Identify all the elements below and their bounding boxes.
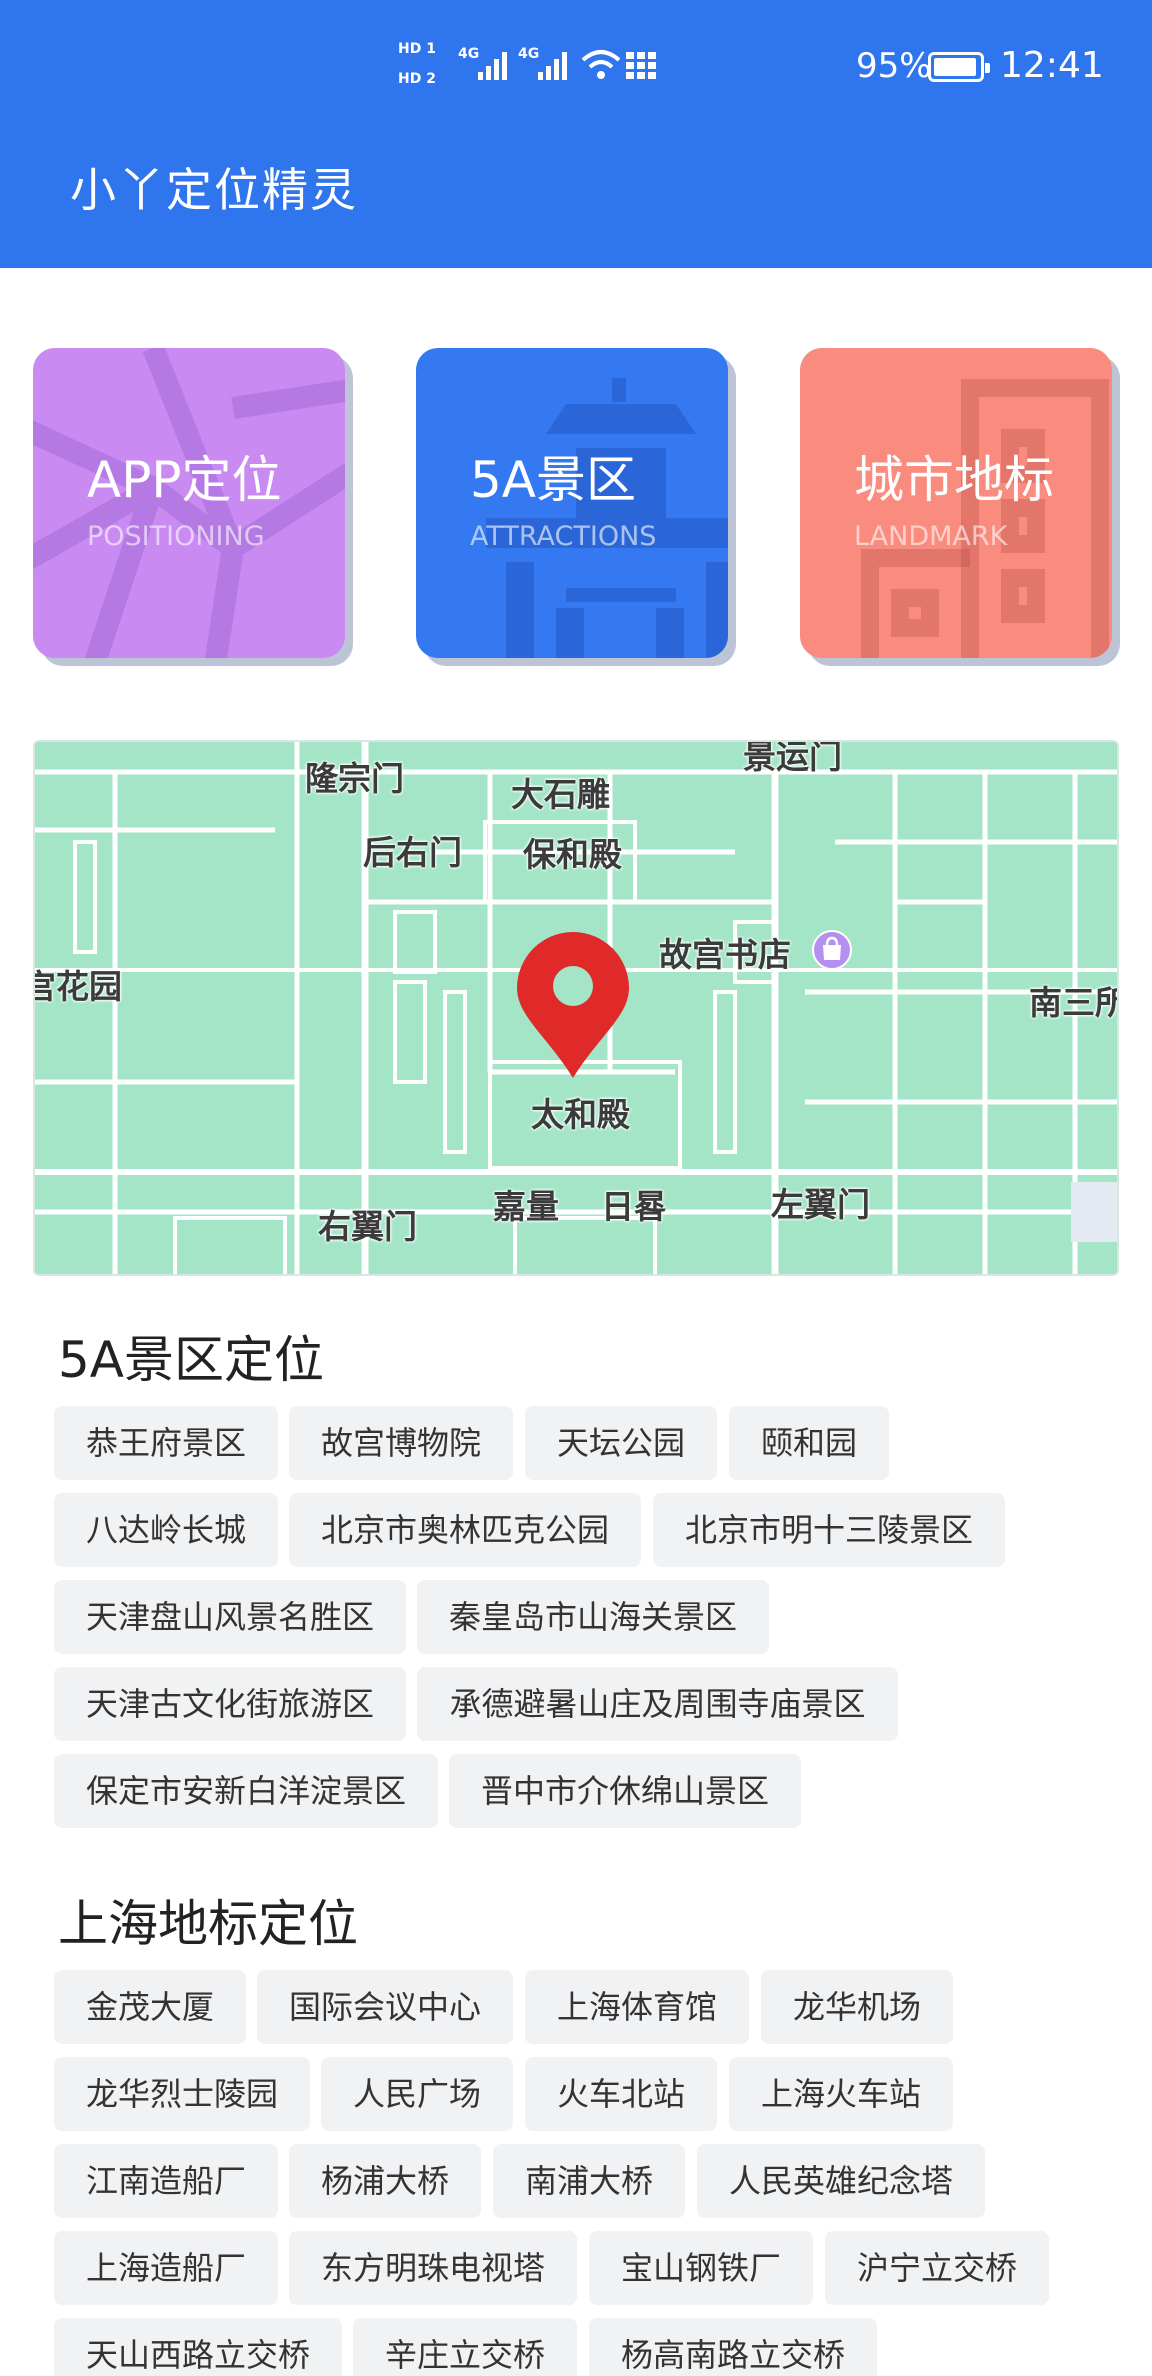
- status-clock: 12:41: [1000, 45, 1104, 86]
- map-label: 宫花园: [35, 967, 122, 1006]
- signal-icon: 4G: [518, 46, 574, 82]
- hd1-label: HD 1: [398, 41, 436, 57]
- category-title: 城市地标: [854, 451, 1054, 509]
- map-label: 大石雕: [511, 775, 610, 814]
- hd-indicators: HD 1 HD 2: [398, 38, 448, 94]
- battery-icon: [928, 52, 990, 82]
- location-pin-icon[interactable]: [517, 932, 629, 1082]
- chip-shanghai[interactable]: 沪宁立交桥: [825, 2231, 1049, 2305]
- chip-5a[interactable]: 晋中市介休绵山景区: [449, 1754, 801, 1828]
- map-label: 太和殿: [531, 1095, 630, 1134]
- app-title: 小丫定位精灵: [70, 163, 358, 217]
- chip-5a[interactable]: 天津盘山风景名胜区: [54, 1580, 406, 1654]
- chip-shanghai[interactable]: 杨浦大桥: [289, 2144, 481, 2218]
- battery-percent: 95%: [856, 46, 932, 86]
- category-title: APP定位: [87, 451, 282, 509]
- chip-shanghai[interactable]: 金茂大厦: [54, 1970, 246, 2044]
- category-subtitle: POSITIONING: [87, 521, 265, 552]
- category-card-attractions[interactable]: 5A景区 ATTRACTIONS: [416, 348, 728, 658]
- map-label: 故宫书店: [659, 935, 791, 974]
- battery-fill: [934, 58, 976, 76]
- category-subtitle: LANDMARK: [854, 521, 1008, 552]
- chip-shanghai[interactable]: 东方明珠电视塔: [289, 2231, 577, 2305]
- chip-shanghai[interactable]: 人民英雄纪念塔: [697, 2144, 985, 2218]
- chip-5a[interactable]: 天津古文化街旅游区: [54, 1667, 406, 1741]
- section-title-5a: 5A景区定位: [58, 1331, 325, 1389]
- map-view[interactable]: 隆宗门 大石雕 景运门 后右门 保和殿 故宫书店 宫花园 南三所 太和殿 右翼门…: [33, 740, 1119, 1276]
- chip-shanghai[interactable]: 龙华烈士陵园: [54, 2057, 310, 2131]
- chip-5a[interactable]: 八达岭长城: [54, 1493, 278, 1567]
- chip-5a[interactable]: 承德避暑山庄及周围寺庙景区: [417, 1667, 898, 1741]
- shopping-bag-icon[interactable]: [812, 930, 852, 970]
- category-card-landmark[interactable]: 城市地标 LANDMARK: [800, 348, 1112, 658]
- map-label: 右翼门: [318, 1207, 417, 1246]
- chip-shanghai[interactable]: 天山西路立交桥: [54, 2318, 342, 2376]
- grid-icon: [624, 46, 658, 82]
- map-label: 南三所: [1029, 983, 1119, 1022]
- hd2-label: HD 2: [398, 71, 436, 87]
- wifi-icon: [580, 46, 622, 82]
- section-title-shanghai: 上海地标定位: [58, 1895, 358, 1953]
- chip-shanghai[interactable]: 南浦大桥: [493, 2144, 685, 2218]
- chip-5a[interactable]: 故宫博物院: [289, 1406, 513, 1480]
- chip-shanghai[interactable]: 龙华机场: [761, 1970, 953, 2044]
- chip-5a[interactable]: 秦皇岛市山海关景区: [417, 1580, 769, 1654]
- category-card-positioning[interactable]: APP定位 POSITIONING: [33, 348, 345, 658]
- app-header: HD 1 HD 2 4G 4G 95% 12:41 小丫定位精灵: [0, 0, 1152, 268]
- chip-shanghai[interactable]: 宝山钢铁厂: [589, 2231, 813, 2305]
- chip-5a[interactable]: 北京市明十三陵景区: [653, 1493, 1005, 1567]
- chip-shanghai[interactable]: 火车北站: [525, 2057, 717, 2131]
- chip-shanghai[interactable]: 上海造船厂: [54, 2231, 278, 2305]
- map-label: 保和殿: [523, 835, 622, 874]
- status-bar: HD 1 HD 2 4G 4G 95% 12:41: [0, 0, 1152, 135]
- signal-icon: 4G: [458, 46, 514, 82]
- map-label: 隆宗门: [305, 759, 404, 798]
- chip-5a[interactable]: 保定市安新白洋淀景区: [54, 1754, 438, 1828]
- chip-shanghai[interactable]: 人民广场: [321, 2057, 513, 2131]
- chip-shanghai[interactable]: 国际会议中心: [257, 1970, 513, 2044]
- chip-shanghai[interactable]: 上海火车站: [729, 2057, 953, 2131]
- chip-shanghai[interactable]: 辛庄立交桥: [353, 2318, 577, 2376]
- map-label: 日晷: [601, 1187, 667, 1226]
- map-label: 嘉量: [493, 1187, 559, 1226]
- chip-shanghai[interactable]: 江南造船厂: [54, 2144, 278, 2218]
- category-title: 5A景区: [470, 451, 637, 509]
- chip-shanghai[interactable]: 上海体育馆: [525, 1970, 749, 2044]
- category-subtitle: ATTRACTIONS: [470, 521, 657, 552]
- map-label: 后右门: [363, 833, 462, 872]
- chip-5a[interactable]: 北京市奥林匹克公园: [289, 1493, 641, 1567]
- chip-5a[interactable]: 恭王府景区: [54, 1406, 278, 1480]
- chip-5a[interactable]: 颐和园: [729, 1406, 889, 1480]
- chip-5a[interactable]: 天坛公园: [525, 1406, 717, 1480]
- map-label: 左翼门: [771, 1185, 870, 1224]
- map-label: 景运门: [743, 740, 842, 776]
- chip-shanghai[interactable]: 杨高南路立交桥: [589, 2318, 877, 2376]
